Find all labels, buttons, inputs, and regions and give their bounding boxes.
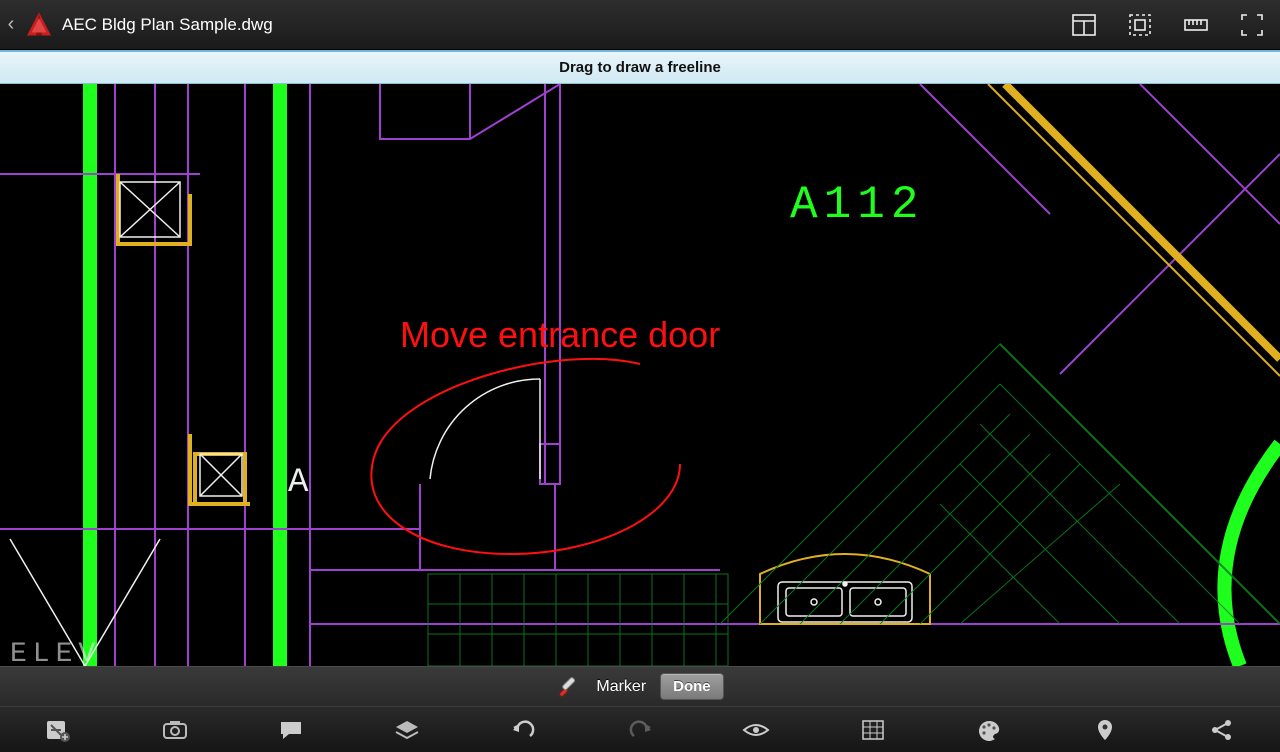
context-tool-label[interactable]: Marker [596, 678, 646, 696]
camera-tool[interactable] [151, 710, 199, 750]
annotation-circle [371, 359, 680, 554]
layout-icon [1070, 11, 1098, 39]
cad-drawing [0, 84, 1280, 666]
share-tool[interactable] [1198, 710, 1246, 750]
top-bar: ‹ AEC Bldg Plan Sample.dwg [0, 0, 1280, 50]
grid-snap-tool[interactable] [849, 710, 897, 750]
selection-icon [1126, 11, 1154, 39]
add-note-tool[interactable] [34, 710, 82, 750]
fullscreen-button[interactable] [1224, 0, 1280, 50]
measure-button[interactable] [1168, 0, 1224, 50]
marker-pin-tool[interactable] [1081, 710, 1129, 750]
comment-tool[interactable] [267, 710, 315, 750]
hint-text: Drag to draw a freeline [559, 59, 721, 76]
camera-icon [161, 718, 189, 742]
label-a: A [288, 464, 308, 502]
grid-icon [859, 718, 887, 742]
elev-label: ELEV [10, 639, 101, 666]
done-button[interactable]: Done [660, 673, 724, 700]
undo-tool[interactable] [500, 710, 548, 750]
annotation-text[interactable]: Move entrance door [400, 314, 720, 356]
palette-icon [975, 718, 1003, 742]
autocad-icon [24, 10, 54, 40]
share-icon [1208, 718, 1236, 742]
back-button[interactable]: ‹ [0, 13, 22, 36]
redo-icon [626, 718, 654, 742]
marker-context-bar: Marker Done [0, 666, 1280, 706]
bottom-toolbar [0, 706, 1280, 752]
brush-icon [556, 671, 582, 702]
layers-icon [393, 718, 421, 742]
hint-banner: Drag to draw a freeline [0, 50, 1280, 84]
file-title: AEC Bldg Plan Sample.dwg [62, 15, 273, 35]
redo-tool [616, 710, 664, 750]
speech-bubble-icon [277, 718, 305, 742]
note-plus-icon [44, 718, 72, 742]
measure-icon [1182, 11, 1210, 39]
map-pin-icon [1091, 718, 1119, 742]
drawing-canvas[interactable]: A112 A ELEV Move entrance door [0, 84, 1280, 666]
visibility-tool[interactable] [732, 710, 780, 750]
undo-icon [510, 718, 538, 742]
app-logo[interactable] [22, 8, 56, 42]
layers-tool[interactable] [383, 710, 431, 750]
select-area-button[interactable] [1112, 0, 1168, 50]
palette-tool[interactable] [965, 710, 1013, 750]
room-label: A112 [790, 179, 924, 231]
fullscreen-icon [1238, 11, 1266, 39]
eye-icon [742, 718, 770, 742]
view-mode-button[interactable] [1056, 0, 1112, 50]
